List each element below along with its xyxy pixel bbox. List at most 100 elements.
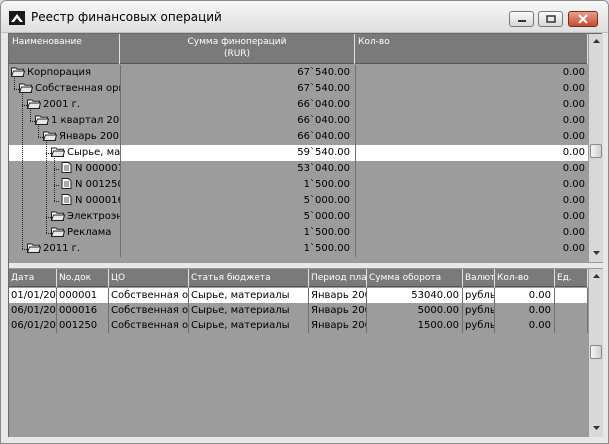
operations-cell: рубль — [465, 318, 495, 333]
summary-qty-cell: 0.00 — [355, 193, 588, 209]
folder-icon — [34, 114, 50, 125]
tree-node-label: 1 квартал 2001 — [51, 115, 120, 126]
tree-connector — [22, 94, 23, 249]
tree-node[interactable]: Сырье, материалы — [50, 145, 120, 161]
minimize-button[interactable] — [509, 11, 534, 27]
maximize-button[interactable] — [538, 11, 563, 27]
title-bar[interactable]: Реестр финансовых операций — [1, 1, 608, 33]
scroll-thumb-2[interactable] — [590, 345, 602, 359]
folder-icon — [26, 98, 42, 109]
tree-node[interactable]: Электроэнергия — [50, 209, 120, 225]
summary-row[interactable]: 1 квартал 200166`040.000.00 — [9, 113, 588, 129]
summary-row[interactable]: Собственная организация67`540.000.00 — [9, 81, 588, 97]
operations-cell: рубль — [463, 288, 495, 303]
summary-vertical-scrollbar[interactable] — [588, 34, 603, 262]
arrow-up-icon — [592, 274, 600, 278]
operations-col-header[interactable]: Кол-во — [495, 269, 555, 287]
operations-col-header[interactable]: Сумма оборота — [367, 269, 463, 287]
tree-node[interactable]: Январь 2001 — [42, 129, 120, 145]
summary-row-name-cell[interactable]: Январь 2001 — [9, 129, 120, 145]
scroll-thumb[interactable] — [590, 144, 602, 158]
col-header-sum[interactable]: Сумма финопераций (RUR) — [120, 34, 355, 64]
summary-row-name-cell[interactable]: Сырье, материалы — [9, 145, 120, 161]
summary-qty-cell: 0.00 — [355, 145, 588, 161]
scroll-up-button[interactable] — [589, 34, 603, 48]
tree-connector — [30, 110, 31, 121]
summary-row[interactable]: 2011 г. 1`500.00 0.00 — [9, 241, 588, 257]
operations-cell: Январь 2001 — [309, 318, 367, 333]
folder-icon — [26, 242, 42, 253]
operations-cell: 000001 — [57, 288, 109, 303]
summary-qty-cell: 0.00 — [355, 81, 588, 97]
scroll-down-button[interactable] — [589, 246, 603, 260]
tree-node-label: Сырье, материалы — [67, 147, 120, 158]
document-icon — [59, 178, 73, 189]
summary-row-name-cell[interactable]: Реклама — [9, 225, 120, 241]
summary-tree-grid[interactable]: Наименование Сумма финопераций (RUR) Кол… — [9, 34, 603, 262]
operations-row[interactable]: 06/01/2001001250Собственная организацияС… — [9, 318, 588, 333]
summary-row[interactable]: Январь 2001 66`040.00 0.00 — [9, 129, 588, 145]
summary-row-name-cell[interactable]: 1 квартал 2001 — [9, 113, 120, 129]
summary-row[interactable]: Реклама 1`500.00 0.00 — [9, 225, 588, 241]
summary-sum-cell: 66`040.00 — [120, 113, 355, 129]
document-icon — [59, 162, 73, 173]
summary-row-name-cell[interactable]: N 001250 — [9, 177, 120, 193]
summary-row-name-cell[interactable]: Корпорация — [9, 65, 120, 81]
summary-qty-cell: 0.00 — [355, 209, 588, 225]
summary-qty-cell: 0.00 — [355, 129, 588, 145]
summary-row-name-cell[interactable]: Собственная организация — [9, 81, 120, 97]
col-header-name[interactable]: Наименование — [9, 34, 120, 64]
folder-icon — [50, 146, 66, 157]
summary-row-name-cell[interactable]: 2011 г. — [9, 241, 120, 257]
summary-row-name-cell[interactable]: 2001 г. — [9, 97, 120, 113]
summary-row[interactable]: 2001 г. 66`040.00 0.00 — [9, 97, 588, 113]
operations-col-header[interactable]: Дата — [9, 269, 57, 287]
tree-connector — [14, 78, 15, 89]
tree-node[interactable]: Собственная организация — [18, 81, 120, 97]
tree-node[interactable]: 1 квартал 2001 — [34, 113, 120, 129]
operations-col-header[interactable]: Ед. — [555, 269, 588, 287]
operations-row[interactable]: 06/01/2001000016Собственная организацияС… — [9, 303, 588, 318]
tree-node[interactable]: N 000001 — [59, 161, 120, 177]
col-header-qty[interactable]: Кол-во — [355, 34, 588, 64]
summary-row[interactable]: N 001250 1`500.00 0.00 — [9, 177, 588, 193]
tree-connector — [46, 142, 47, 233]
tree-node[interactable]: N 001250 — [59, 177, 120, 193]
tree-node-label: 2001 г. — [43, 99, 81, 110]
summary-qty-cell: 0.00 — [355, 113, 588, 129]
operations-col-header[interactable]: ЦО — [109, 269, 189, 287]
summary-sum-cell: 5`000.00 — [120, 193, 355, 209]
tree-node[interactable]: N 000016 — [59, 193, 120, 209]
tree-node[interactable]: 2011 г. — [26, 241, 80, 257]
tree-node[interactable]: Корпорация — [10, 65, 91, 81]
summary-sum-cell: 5`000.00 — [120, 209, 355, 225]
close-button[interactable] — [568, 11, 598, 27]
scroll-up-button-2[interactable] — [589, 269, 603, 283]
operations-col-header[interactable]: Статья бюджета — [189, 269, 309, 287]
summary-row[interactable]: N 000016 5`000.00 0.00 — [9, 193, 588, 209]
summary-row[interactable]: Корпорация 67`540.00 0.00 — [9, 65, 588, 81]
operations-grid[interactable]: ДатаNo.докЦОСтатья бюджетаПериод планаСу… — [9, 269, 603, 437]
tree-node-label: Реклама — [67, 227, 112, 238]
summary-row[interactable]: Сырье, материалы59`540.000.00 — [9, 145, 588, 161]
summary-row-name-cell[interactable]: N 000001 — [9, 161, 120, 177]
operations-col-header[interactable]: Валюта — [463, 269, 495, 287]
operations-cell: 01/01/2001 — [9, 288, 57, 303]
summary-row-name-cell[interactable]: Электроэнергия — [9, 209, 120, 225]
summary-row[interactable]: N 000001 53`040.00 0.00 — [9, 161, 588, 177]
minimize-icon — [517, 20, 526, 22]
tree-node[interactable]: 2001 г. — [26, 97, 81, 113]
operations-vertical-scrollbar[interactable] — [588, 269, 603, 437]
folder-icon — [42, 130, 58, 141]
pane-splitter[interactable] — [9, 262, 603, 269]
scroll-down-button-2[interactable] — [589, 421, 603, 435]
operations-col-header[interactable]: Период плана — [309, 269, 367, 287]
operations-row[interactable]: 01/01/2001000001Собственная организацияС… — [9, 288, 588, 303]
close-icon — [578, 14, 588, 24]
summary-qty-cell: 0.00 — [355, 241, 588, 257]
operations-cell: Сырье, материалы — [189, 288, 309, 303]
summary-row[interactable]: Электроэнергия5`000.000.00 — [9, 209, 588, 225]
tree-node[interactable]: Реклама — [50, 225, 112, 241]
summary-row-name-cell[interactable]: N 000016 — [9, 193, 120, 209]
operations-col-header[interactable]: No.док — [57, 269, 109, 287]
